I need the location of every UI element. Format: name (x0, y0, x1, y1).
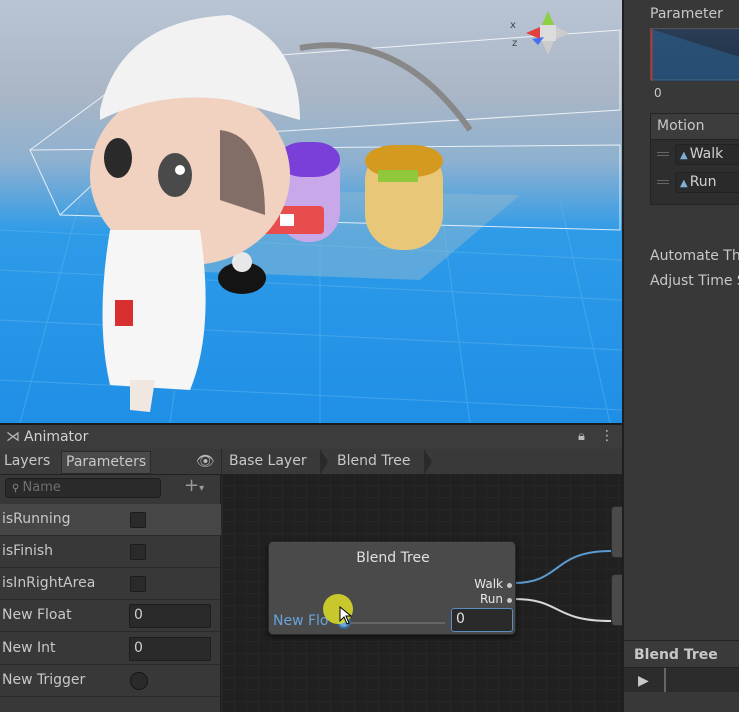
int-field[interactable]: 0 (129, 637, 211, 661)
scene-view[interactable]: x z (0, 0, 622, 423)
tab-parameters[interactable]: Parameters (61, 451, 152, 474)
output-port-run[interactable] (507, 598, 512, 603)
preview-toolbar: ▶ (624, 668, 739, 692)
parameter-row[interactable]: isInRightArea (0, 568, 221, 600)
panel-tabs: Layers Parameters 👁︎ (0, 449, 221, 475)
automate-thresholds-label: Automate Th (650, 248, 739, 264)
tab-layers[interactable]: Layers (0, 451, 54, 474)
animator-tab[interactable]: ⋊ Animator (6, 429, 88, 445)
parameter-label: Parameter (650, 6, 723, 22)
parameter-name: New Int (2, 640, 56, 656)
output-label-walk: Walk (474, 577, 503, 591)
lock-icon[interactable]: 🔒︎ (578, 429, 585, 444)
blend-slider-track[interactable] (345, 622, 445, 624)
float-field[interactable]: 0 (129, 604, 211, 628)
blend-graph-curve (649, 29, 739, 81)
clip-node-walk[interactable] (611, 506, 622, 558)
trigger-radio[interactable] (130, 672, 148, 690)
graph-min-label: 0 (654, 86, 662, 100)
svg-text:z: z (512, 38, 517, 49)
motion-label-walk: Walk (689, 146, 724, 162)
parameter-name: New Trigger (2, 672, 86, 688)
preview-title: Blend Tree (624, 640, 739, 668)
eye-icon[interactable]: 👁︎ (196, 452, 215, 470)
parameter-row[interactable]: New Trigger (0, 665, 221, 697)
motion-row-walk[interactable]: ▲ Walk (651, 140, 739, 168)
parameter-name: New Float (2, 607, 72, 623)
mouse-cursor-icon (339, 606, 353, 625)
timeline-scrubber[interactable] (664, 668, 666, 692)
parameter-row[interactable]: isFinish (0, 536, 221, 568)
animator-title: Animator (24, 429, 89, 445)
search-placeholder: Name (22, 480, 61, 495)
parameter-row[interactable]: New Float 0 (0, 600, 221, 632)
motion-label-run: Run (689, 174, 717, 190)
drag-handle-icon[interactable] (657, 152, 669, 156)
blend-parameter-graph[interactable] (649, 28, 739, 81)
parameter-row[interactable]: New Int 0 (0, 633, 221, 665)
play-icon[interactable]: ▶ (638, 673, 649, 689)
drag-handle-icon[interactable] (657, 180, 669, 184)
animator-icon: ⋊ (6, 429, 20, 445)
more-options-icon[interactable]: ⋮ (600, 428, 614, 444)
parameter-row[interactable]: isRunning (0, 504, 221, 536)
unity-editor: x z Parameter 0 Motion ▲ Walk ▲ Run Automa… (0, 0, 739, 712)
svg-text:x: x (510, 20, 516, 31)
animator-tab-bar: ⋊ Animator 🔒︎ ⋮ (0, 423, 622, 449)
add-parameter-icon[interactable]: +▾ (184, 475, 204, 496)
bool-checkbox[interactable] (130, 544, 146, 560)
blend-parameter-label: New Flo (273, 613, 329, 629)
motion-list-header: Motion (651, 114, 739, 140)
parameter-search-input[interactable]: ⚲ Name (5, 478, 161, 498)
animation-clip-icon: ▲ (680, 150, 688, 161)
parameters-panel: Layers Parameters 👁︎ ⚲ Name +▾ isRunning… (0, 449, 221, 712)
parameter-name: isInRightArea (2, 575, 96, 591)
motion-field-walk[interactable]: ▲ Walk (675, 144, 739, 165)
output-port-walk[interactable] (507, 583, 512, 588)
motion-list: Motion ▲ Walk ▲ Run (650, 113, 739, 205)
animator-graph[interactable]: Base Layer Blend Tree Blend Tree Walk Ru… (222, 449, 622, 712)
motion-field-run[interactable]: ▲ Run (675, 172, 739, 193)
motion-row-run[interactable]: ▲ Run (651, 168, 739, 196)
blend-tree-node[interactable]: Blend Tree Walk Run New Flo 0 (268, 541, 516, 635)
animation-clip-icon: ▲ (680, 178, 688, 189)
inspector-panel: Parameter 0 Motion ▲ Walk ▲ Run Automate T… (622, 0, 739, 712)
bool-checkbox[interactable] (130, 512, 146, 528)
parameter-name: isFinish (2, 543, 54, 559)
parameter-name: isRunning (2, 511, 71, 527)
scene-render: x z (0, 11, 622, 423)
node-title: Blend Tree (356, 550, 430, 566)
search-icon: ⚲ (12, 483, 23, 494)
blend-value-field[interactable]: 0 (451, 608, 513, 632)
output-label-run: Run (479, 592, 503, 606)
bool-checkbox[interactable] (130, 576, 146, 592)
clip-node-run[interactable] (611, 574, 622, 626)
adjust-time-scale-label: Adjust Time S (650, 273, 739, 289)
